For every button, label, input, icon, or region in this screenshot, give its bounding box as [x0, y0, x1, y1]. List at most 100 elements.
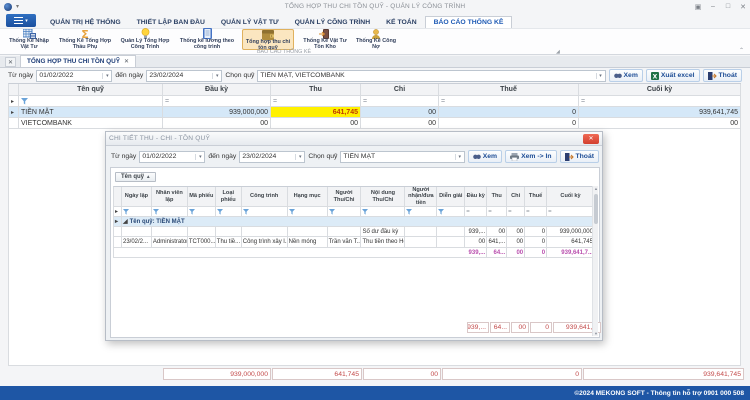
chevron-down-icon[interactable]: ▾: [195, 154, 204, 160]
dialog-close-icon[interactable]: ✕: [583, 134, 599, 144]
filter-cell[interactable]: [152, 207, 188, 217]
cell-ma-phieu[interactable]: [188, 227, 216, 237]
filter-cell-thu[interactable]: =: [271, 96, 361, 107]
cell-ngay-lap[interactable]: [122, 227, 152, 237]
filter-funnel-icon[interactable]: [153, 209, 159, 215]
filter-cell[interactable]: [361, 207, 405, 217]
style-icon[interactable]: ▣: [691, 1, 705, 12]
maximize-icon[interactable]: □: [721, 1, 735, 12]
filter-cell[interactable]: [405, 207, 437, 217]
view-button[interactable]: Xem: [609, 69, 643, 82]
cell-noi-dung[interactable]: Thu tiền theo Hđ...: [361, 237, 405, 248]
cell-thue[interactable]: 0: [439, 118, 579, 129]
dialog-fund-select-input[interactable]: TIỀN MẶT ▾: [340, 151, 464, 163]
collapse-icon[interactable]: ◢: [123, 218, 128, 225]
ribbon-tab-thiet-lap-ban-dau[interactable]: THIẾT LẬP BAN ĐẦU: [129, 17, 213, 28]
ribbon-button-thong-ke-nhap-vat-tu[interactable]: Thống Kê Nhập Vật Tư: [6, 29, 52, 50]
col-header-cong-trinh[interactable]: Công trình: [242, 187, 288, 207]
filter-cell-dau-ky[interactable]: =: [163, 96, 271, 107]
to-date-input[interactable]: 23/02/2024 ▾: [146, 70, 222, 82]
filter-cell[interactable]: =: [487, 207, 507, 217]
cell-dau-ky[interactable]: 00: [163, 118, 271, 129]
scrollbar-thumb[interactable]: [594, 194, 598, 224]
dialog-from-date-input[interactable]: 01/02/2022 ▾: [139, 151, 205, 163]
table-row-thu-tien[interactable]: 23/02/2... Administrator TCT000... Thu t…: [114, 237, 595, 248]
cell-cuoi-ky[interactable]: 939,641,745: [579, 107, 741, 118]
ribbon-tab-bao-cao-thong-ke[interactable]: BÁO CÁO THỐNG KÊ: [425, 16, 513, 28]
tab-close-icon[interactable]: ✕: [124, 58, 129, 65]
app-menu-button[interactable]: ▾: [6, 14, 36, 27]
cell-cuoi-ky[interactable]: 939,000,000: [547, 227, 595, 237]
cell-dien-giai[interactable]: [437, 237, 465, 248]
cell-loai-phieu[interactable]: Thu tiề...: [216, 237, 242, 248]
ribbon-button-tong-hop-thu-chi-ton-quy[interactable]: Tổng hợp thu chi tồn quỹ: [242, 29, 294, 50]
col-header-nhan-vien-lap[interactable]: Nhân viên lập: [152, 187, 188, 207]
cell-chi[interactable]: 00: [361, 118, 439, 129]
ribbon-button-thong-ke-luong[interactable]: Thống kê lương theo công trình: [178, 29, 236, 50]
cell-nguoi-thu-chi[interactable]: [328, 227, 362, 237]
filter-funnel-icon[interactable]: [362, 209, 368, 215]
cell-chi[interactable]: 00: [507, 227, 525, 237]
chevron-down-icon[interactable]: ▾: [212, 73, 221, 79]
from-date-input[interactable]: 01/02/2022 ▾: [36, 70, 112, 82]
ribbon-tab-quan-tri-he-thong[interactable]: QUẢN TRỊ HỆ THỐNG: [42, 17, 129, 28]
cell-thu[interactable]: 641,...: [487, 237, 507, 248]
table-row-so-du-dau-ky[interactable]: Số dư đầu kỳ 939,... 00 00 0 939,000,000: [114, 227, 595, 237]
col-header-thue[interactable]: Thuế: [439, 84, 579, 96]
cell-nguoi-nhan[interactable]: [405, 227, 437, 237]
col-header-dau-ky[interactable]: Đầu kỳ: [163, 84, 271, 96]
filter-cell[interactable]: [242, 207, 288, 217]
cell-loai-phieu[interactable]: [216, 227, 242, 237]
filter-funnel-icon[interactable]: [21, 98, 28, 105]
filter-cell-ten-quy[interactable]: [19, 96, 163, 107]
group-by-chip-ten-quy[interactable]: Tên quỹ ▴: [115, 172, 156, 182]
filter-cell-cuoi-ky[interactable]: =: [579, 96, 741, 107]
filter-funnel-icon[interactable]: [406, 209, 412, 215]
ribbon-button-thong-ke-vat-tu-ton-kho[interactable]: Thống Kê Vật Tư Tồn Kho: [300, 29, 350, 50]
col-header-dien-giai[interactable]: Diễn giải: [437, 187, 465, 207]
tabstrip-close-icon[interactable]: ✕: [5, 57, 16, 67]
table-row-vietcombank[interactable]: VIETCOMBANK 00 00 00 0 00: [9, 118, 741, 129]
ribbon-button-thong-ke-thau-phu[interactable]: Σ Thống Kê Tổng Hợp Thầu Phụ: [58, 29, 112, 50]
minimize-icon[interactable]: –: [706, 1, 720, 12]
cell-cong-trinh[interactable]: Công trình xây l...: [242, 237, 288, 248]
filter-funnel-icon[interactable]: [329, 209, 335, 215]
col-header-hang-muc[interactable]: Hạng mục: [288, 187, 328, 207]
dialog-exit-button[interactable]: Thoát: [560, 150, 600, 163]
col-header-nguoi-nhan[interactable]: Người nhận/đưa tiền: [405, 187, 437, 207]
cell-thue[interactable]: 0: [525, 227, 547, 237]
chevron-down-icon[interactable]: ▾: [596, 73, 605, 79]
col-header-nguoi-thu-chi[interactable]: Người Thu/Chi: [328, 187, 362, 207]
cell-chi[interactable]: 00: [361, 107, 439, 118]
doc-tab-tong-hop-thu-chi[interactable]: TỔNG HỢP THU CHI TỒN QUỸ ✕: [20, 55, 136, 67]
filter-cell-chi[interactable]: =: [361, 96, 439, 107]
dialog-group-row[interactable]: ▸ ◢ Tên quỹ: TIỀN MẶT: [114, 217, 595, 227]
filter-funnel-icon[interactable]: [289, 209, 295, 215]
group-row-label[interactable]: ◢ Tên quỹ: TIỀN MẶT: [122, 217, 595, 227]
dialog-view-button[interactable]: Xem: [468, 150, 502, 163]
filter-funnel-icon[interactable]: [123, 209, 129, 215]
col-header-thue[interactable]: Thuế: [525, 187, 547, 207]
col-header-thu[interactable]: Thu: [271, 84, 361, 96]
filter-funnel-icon[interactable]: [243, 209, 249, 215]
exit-button[interactable]: Thoát: [703, 69, 743, 82]
cell-hang-muc[interactable]: Nền móng: [288, 237, 328, 248]
col-header-ngay-lap[interactable]: Ngày lập: [122, 187, 152, 207]
filter-funnel-icon[interactable]: [438, 209, 444, 215]
cell-cong-trinh[interactable]: [242, 227, 288, 237]
cell-nhan-vien[interactable]: Administrator: [152, 237, 188, 248]
col-header-noi-dung[interactable]: Nội dung Thu/Chi: [361, 187, 405, 207]
col-header-cuoi-ky[interactable]: Cuối kỳ: [579, 84, 741, 96]
filter-cell[interactable]: [122, 207, 152, 217]
cell-dien-giai[interactable]: [437, 227, 465, 237]
close-icon[interactable]: ✕: [736, 1, 750, 12]
cell-thu[interactable]: 00: [271, 118, 361, 129]
filter-funnel-icon[interactable]: [189, 209, 195, 215]
scroll-up-icon[interactable]: ▲: [593, 186, 599, 191]
ribbon-button-thong-ke-cong-no[interactable]: Thống Kê Công Nợ: [354, 29, 398, 50]
filter-cell[interactable]: =: [525, 207, 547, 217]
dialog-to-date-input[interactable]: 23/02/2024 ▾: [239, 151, 305, 163]
cell-dau-ky[interactable]: 939,...: [465, 227, 487, 237]
ribbon-collapse-icon[interactable]: ⌃: [739, 47, 744, 54]
cell-cuoi-ky[interactable]: 00: [579, 118, 741, 129]
